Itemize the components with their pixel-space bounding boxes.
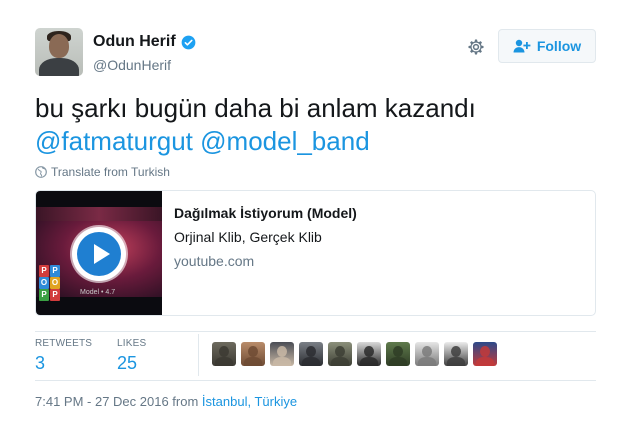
- liker-avatar-figure: [422, 346, 432, 357]
- liker-avatar-figure: [248, 346, 258, 357]
- thumbnail-letter: O: [50, 277, 60, 289]
- liker-avatar-figure: [215, 357, 233, 366]
- thumbnail-banner: [36, 207, 162, 221]
- author-avatar[interactable]: [35, 28, 83, 76]
- liker-avatar-figure: [302, 357, 320, 366]
- author-name-row[interactable]: Odun Herif: [93, 33, 196, 51]
- liker-avatar-figure: [480, 346, 490, 357]
- globe-icon: [35, 166, 47, 178]
- thumbnail-letter: P: [39, 289, 49, 301]
- thumbnail-letter: P: [50, 289, 60, 301]
- thumbnail-letter: P: [39, 265, 49, 277]
- liker-avatar[interactable]: [473, 342, 497, 366]
- avatar-body: [39, 58, 79, 76]
- liker-avatar-figure: [418, 357, 436, 366]
- liker-avatar-figure: [476, 357, 494, 366]
- follow-button[interactable]: Follow: [498, 29, 596, 63]
- card-description: Orjinal Klib, Gerçek Klib: [174, 229, 322, 245]
- liker-avatar-figure: [335, 346, 345, 357]
- author-handle[interactable]: @OdunHerif: [93, 57, 171, 73]
- retweets-stat[interactable]: RETWEETS 3: [35, 338, 92, 374]
- follow-button-label: Follow: [536, 38, 582, 54]
- liker-avatar[interactable]: [386, 342, 410, 366]
- link-card[interactable]: P O P P O P Model • 4.7 Dağılmak İstiyor…: [35, 190, 596, 316]
- play-button-circle: [77, 232, 121, 276]
- likes-count[interactable]: 25: [117, 353, 146, 374]
- likes-label: LIKES: [117, 338, 147, 349]
- liker-avatar[interactable]: [328, 342, 352, 366]
- liker-avatar-figure: [364, 346, 374, 357]
- liker-avatar[interactable]: [241, 342, 265, 366]
- retweets-label: RETWEETS: [35, 338, 93, 349]
- mention-link-fatmaturgut[interactable]: @fatmaturgut: [35, 126, 193, 156]
- card-body: Dağılmak İstiyorum (Model) Orjinal Klib,…: [162, 191, 357, 315]
- liker-avatar[interactable]: [357, 342, 381, 366]
- liker-avatar-figure: [219, 346, 229, 357]
- mention-link-model-band[interactable]: @model_band: [200, 126, 370, 156]
- card-title: Dağılmak İstiyorum (Model): [174, 205, 357, 221]
- play-button-icon[interactable]: [72, 227, 126, 281]
- play-triangle: [93, 244, 110, 264]
- liker-avatar-figure: [306, 346, 316, 357]
- liker-avatar-figure: [360, 357, 378, 366]
- tweet-timestamp: 7:41 PM - 27 Dec 2016 from İstanbul, Tür…: [35, 394, 297, 409]
- stats-bottom-divider: [35, 380, 596, 381]
- gear-icon[interactable]: [466, 37, 486, 57]
- thumbnail-caption: Model • 4.7: [80, 289, 116, 296]
- stats-top-divider: [35, 331, 596, 332]
- thumbnail-letter: P: [50, 265, 60, 277]
- video-thumbnail[interactable]: P O P P O P Model • 4.7: [36, 191, 162, 315]
- liker-avatar[interactable]: [299, 342, 323, 366]
- liker-avatar-figure: [389, 357, 407, 366]
- likers-avatar-list: [212, 342, 497, 366]
- likes-stat[interactable]: LIKES 25: [117, 338, 146, 374]
- author-display-name[interactable]: Odun Herif: [93, 33, 176, 51]
- verified-badge-icon: [181, 35, 196, 49]
- liker-avatar-figure: [244, 357, 262, 366]
- liker-avatar-figure: [447, 357, 465, 366]
- avatar-face: [49, 34, 69, 58]
- liker-avatar-figure: [451, 346, 461, 357]
- translate-label: Translate from Turkish: [51, 165, 170, 179]
- tweet-location-link[interactable]: İstanbul, Türkiye: [202, 394, 297, 409]
- stats-separator: [198, 334, 199, 376]
- tweet-text: bu şarkı bugün daha bi anlam kazandı @fa…: [35, 92, 605, 158]
- translate-link[interactable]: Translate from Turkish: [35, 165, 170, 179]
- liker-avatar-figure: [277, 346, 287, 357]
- liker-avatar-figure: [331, 357, 349, 366]
- card-domain: youtube.com: [174, 253, 255, 269]
- user-plus-icon: [513, 39, 531, 53]
- liker-avatar[interactable]: [270, 342, 294, 366]
- liker-avatar[interactable]: [444, 342, 468, 366]
- liker-avatar-figure: [393, 346, 403, 357]
- retweets-count[interactable]: 3: [35, 353, 92, 374]
- liker-avatar[interactable]: [212, 342, 236, 366]
- tweet-body-text: bu şarkı bugün daha bi anlam kazandı: [35, 93, 476, 123]
- thumbnail-letter: O: [39, 277, 49, 289]
- tweet-time-date[interactable]: 7:41 PM - 27 Dec 2016 from: [35, 394, 202, 409]
- liker-avatar-figure: [273, 357, 291, 366]
- liker-avatar[interactable]: [415, 342, 439, 366]
